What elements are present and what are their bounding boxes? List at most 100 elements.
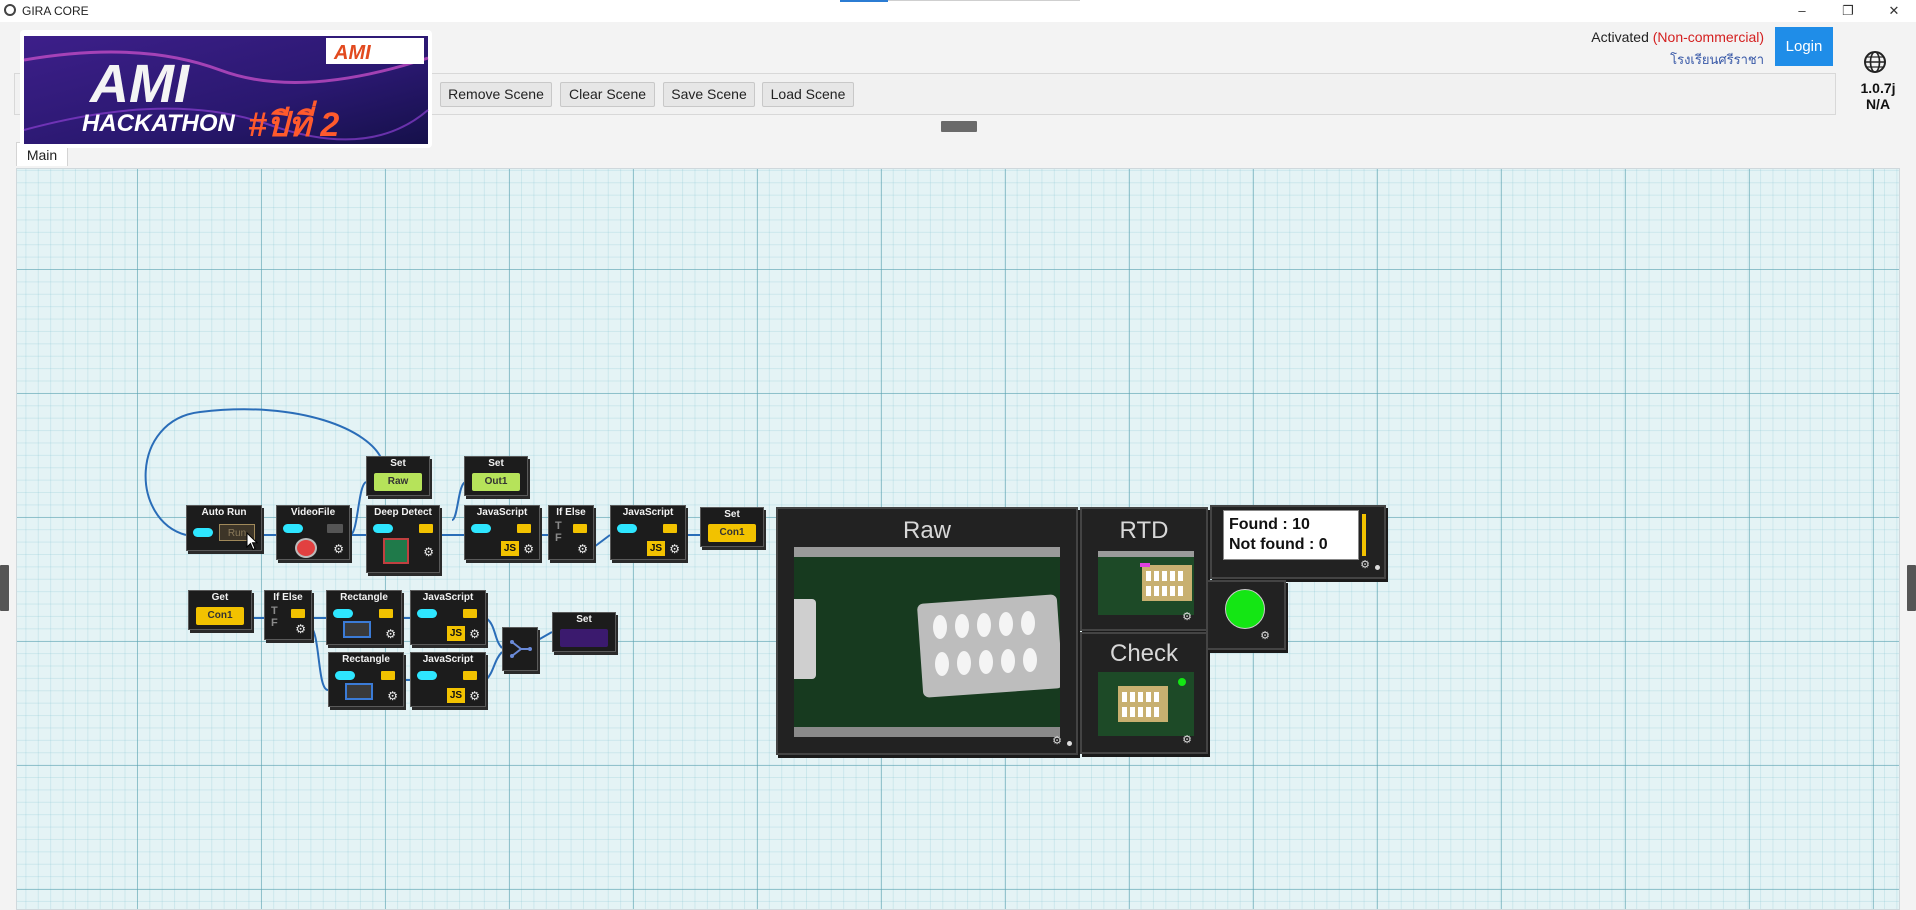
- gear-icon[interactable]: ⚙: [1052, 734, 1062, 747]
- gear-icon[interactable]: ⚙: [1182, 733, 1192, 746]
- viewer-title: Check: [1109, 640, 1179, 667]
- node-output-slot: [517, 524, 531, 533]
- false-label: F: [271, 617, 278, 629]
- node-toggle[interactable]: [333, 609, 353, 618]
- variable-pill[interactable]: Con1: [708, 524, 756, 542]
- rectangle-icon: [345, 683, 373, 700]
- node-title: Set: [724, 509, 740, 520]
- node-title: Set: [576, 614, 592, 625]
- node-if-else-1[interactable]: If Else TF ⚙: [548, 505, 594, 560]
- resize-dot[interactable]: [1375, 565, 1380, 570]
- save-scene-button[interactable]: Save Scene: [663, 82, 755, 107]
- viewer-check[interactable]: Check ⚙: [1080, 632, 1208, 754]
- node-if-else-2[interactable]: If Else TF ⚙: [264, 590, 312, 640]
- gear-icon[interactable]: ⚙: [669, 543, 680, 555]
- gear-icon[interactable]: ⚙: [387, 690, 398, 702]
- remove-scene-button[interactable]: Remove Scene: [440, 82, 552, 107]
- js-badge: JS: [501, 541, 519, 556]
- node-toggle[interactable]: [417, 609, 437, 618]
- js-badge: JS: [647, 541, 665, 556]
- node-title: If Else: [273, 592, 303, 603]
- js-badge: JS: [447, 688, 465, 703]
- clear-scene-button[interactable]: Clear Scene: [560, 82, 655, 107]
- close-button[interactable]: ✕: [1880, 1, 1908, 21]
- gear-icon[interactable]: ⚙: [385, 628, 396, 640]
- node-get-con1[interactable]: Get Con1: [188, 590, 252, 630]
- banner-edition: #ปีที่ 2: [248, 100, 339, 144]
- left-panel-handle[interactable]: [0, 565, 9, 611]
- gear-icon[interactable]: ⚙: [469, 628, 480, 640]
- node-output-slot: [291, 609, 305, 618]
- node-toggle[interactable]: [417, 671, 437, 680]
- not-found-count: Not found : 0: [1229, 536, 1328, 553]
- gear-icon[interactable]: ⚙: [1260, 629, 1270, 642]
- node-toggle[interactable]: [373, 524, 393, 533]
- hackathon-banner: AMI AMI HACKATHON #ปีที่ 2: [20, 30, 432, 148]
- gear-icon[interactable]: ⚙: [577, 543, 588, 555]
- node-toggle[interactable]: [617, 524, 637, 533]
- node-title: JavaScript: [422, 592, 474, 603]
- gear-icon[interactable]: ⚙: [423, 546, 434, 558]
- deep-detect-icon: [383, 538, 409, 564]
- school-name[interactable]: โรงเรียนศรีราชา: [1670, 49, 1764, 70]
- variable-pill[interactable]: [560, 629, 608, 647]
- gear-icon[interactable]: ⚙: [469, 690, 480, 702]
- node-set-out1[interactable]: Set Out1: [464, 456, 528, 496]
- node-javascript-1[interactable]: JavaScript JS ⚙: [464, 505, 540, 560]
- viewer-status[interactable]: ⚙: [1206, 580, 1286, 650]
- node-javascript-3[interactable]: JavaScript JS ⚙: [410, 590, 486, 645]
- version-number: 1.0.7j: [1860, 80, 1896, 96]
- status-indicator: [1225, 589, 1265, 629]
- login-button[interactable]: Login: [1775, 27, 1833, 66]
- node-toggle[interactable]: [193, 528, 213, 537]
- node-toggle[interactable]: [471, 524, 491, 533]
- gear-icon[interactable]: ⚙: [1360, 558, 1370, 571]
- gear-icon[interactable]: ⚙: [1182, 610, 1192, 623]
- variable-pill[interactable]: Out1: [472, 473, 520, 491]
- gear-icon[interactable]: ⚙: [523, 543, 534, 555]
- variable-pill[interactable]: Con1: [196, 607, 244, 625]
- activated-label: Activated: [1591, 29, 1649, 45]
- node-title: JavaScript: [422, 654, 474, 665]
- rtd-image: [1098, 551, 1194, 615]
- rectangle-icon: [343, 621, 371, 638]
- panel-splitter-handle[interactable]: [941, 121, 977, 132]
- viewer-rtd[interactable]: RTD ⚙: [1080, 507, 1208, 631]
- node-toggle[interactable]: [335, 671, 355, 680]
- node-merge[interactable]: [502, 627, 538, 671]
- resize-dot[interactable]: [1067, 741, 1072, 746]
- globe-icon[interactable]: [1863, 50, 1887, 74]
- node-set-con1[interactable]: Set Con1: [700, 507, 764, 547]
- node-toggle[interactable]: [283, 524, 303, 533]
- node-javascript-4[interactable]: JavaScript JS ⚙: [410, 652, 486, 707]
- viewer-title: RTD: [1119, 517, 1169, 544]
- banner-title: AMI: [88, 54, 190, 114]
- node-set-raw[interactable]: Set Raw: [366, 456, 430, 496]
- video-file-icon: [295, 538, 317, 558]
- viewer-raw[interactable]: Raw ⚙: [776, 507, 1078, 755]
- node-javascript-2[interactable]: JavaScript JS ⚙: [610, 505, 686, 560]
- gear-icon[interactable]: ⚙: [295, 623, 306, 635]
- found-count: Found : 10: [1229, 516, 1310, 533]
- load-scene-button[interactable]: Load Scene: [762, 82, 854, 107]
- app-title: GIRA CORE: [22, 4, 89, 18]
- node-title: Rectangle: [342, 654, 390, 665]
- maximize-button[interactable]: ❐: [1834, 1, 1862, 21]
- node-set-bottom[interactable]: Set: [552, 612, 616, 652]
- node-rectangle-1[interactable]: Rectangle ⚙: [326, 590, 402, 645]
- variable-pill[interactable]: Raw: [374, 473, 422, 491]
- node-output-slot: [663, 524, 677, 533]
- noncommercial-label: (Non-commercial): [1652, 29, 1764, 45]
- node-output-slot: [381, 671, 395, 680]
- viewer-title: Raw: [902, 517, 951, 544]
- gear-icon[interactable]: ⚙: [333, 543, 344, 555]
- node-title: Set: [488, 458, 504, 469]
- node-rectangle-2[interactable]: Rectangle ⚙: [328, 652, 404, 707]
- minimize-button[interactable]: –: [1788, 1, 1816, 21]
- title-accent-line: [840, 0, 888, 2]
- node-video-file[interactable]: VideoFile ⚙: [276, 505, 350, 560]
- true-label: T: [271, 605, 278, 617]
- right-panel-handle[interactable]: [1907, 565, 1916, 611]
- textbox-scrollbar: [1362, 514, 1366, 556]
- node-deep-detect[interactable]: Deep Detect ⚙: [366, 505, 440, 573]
